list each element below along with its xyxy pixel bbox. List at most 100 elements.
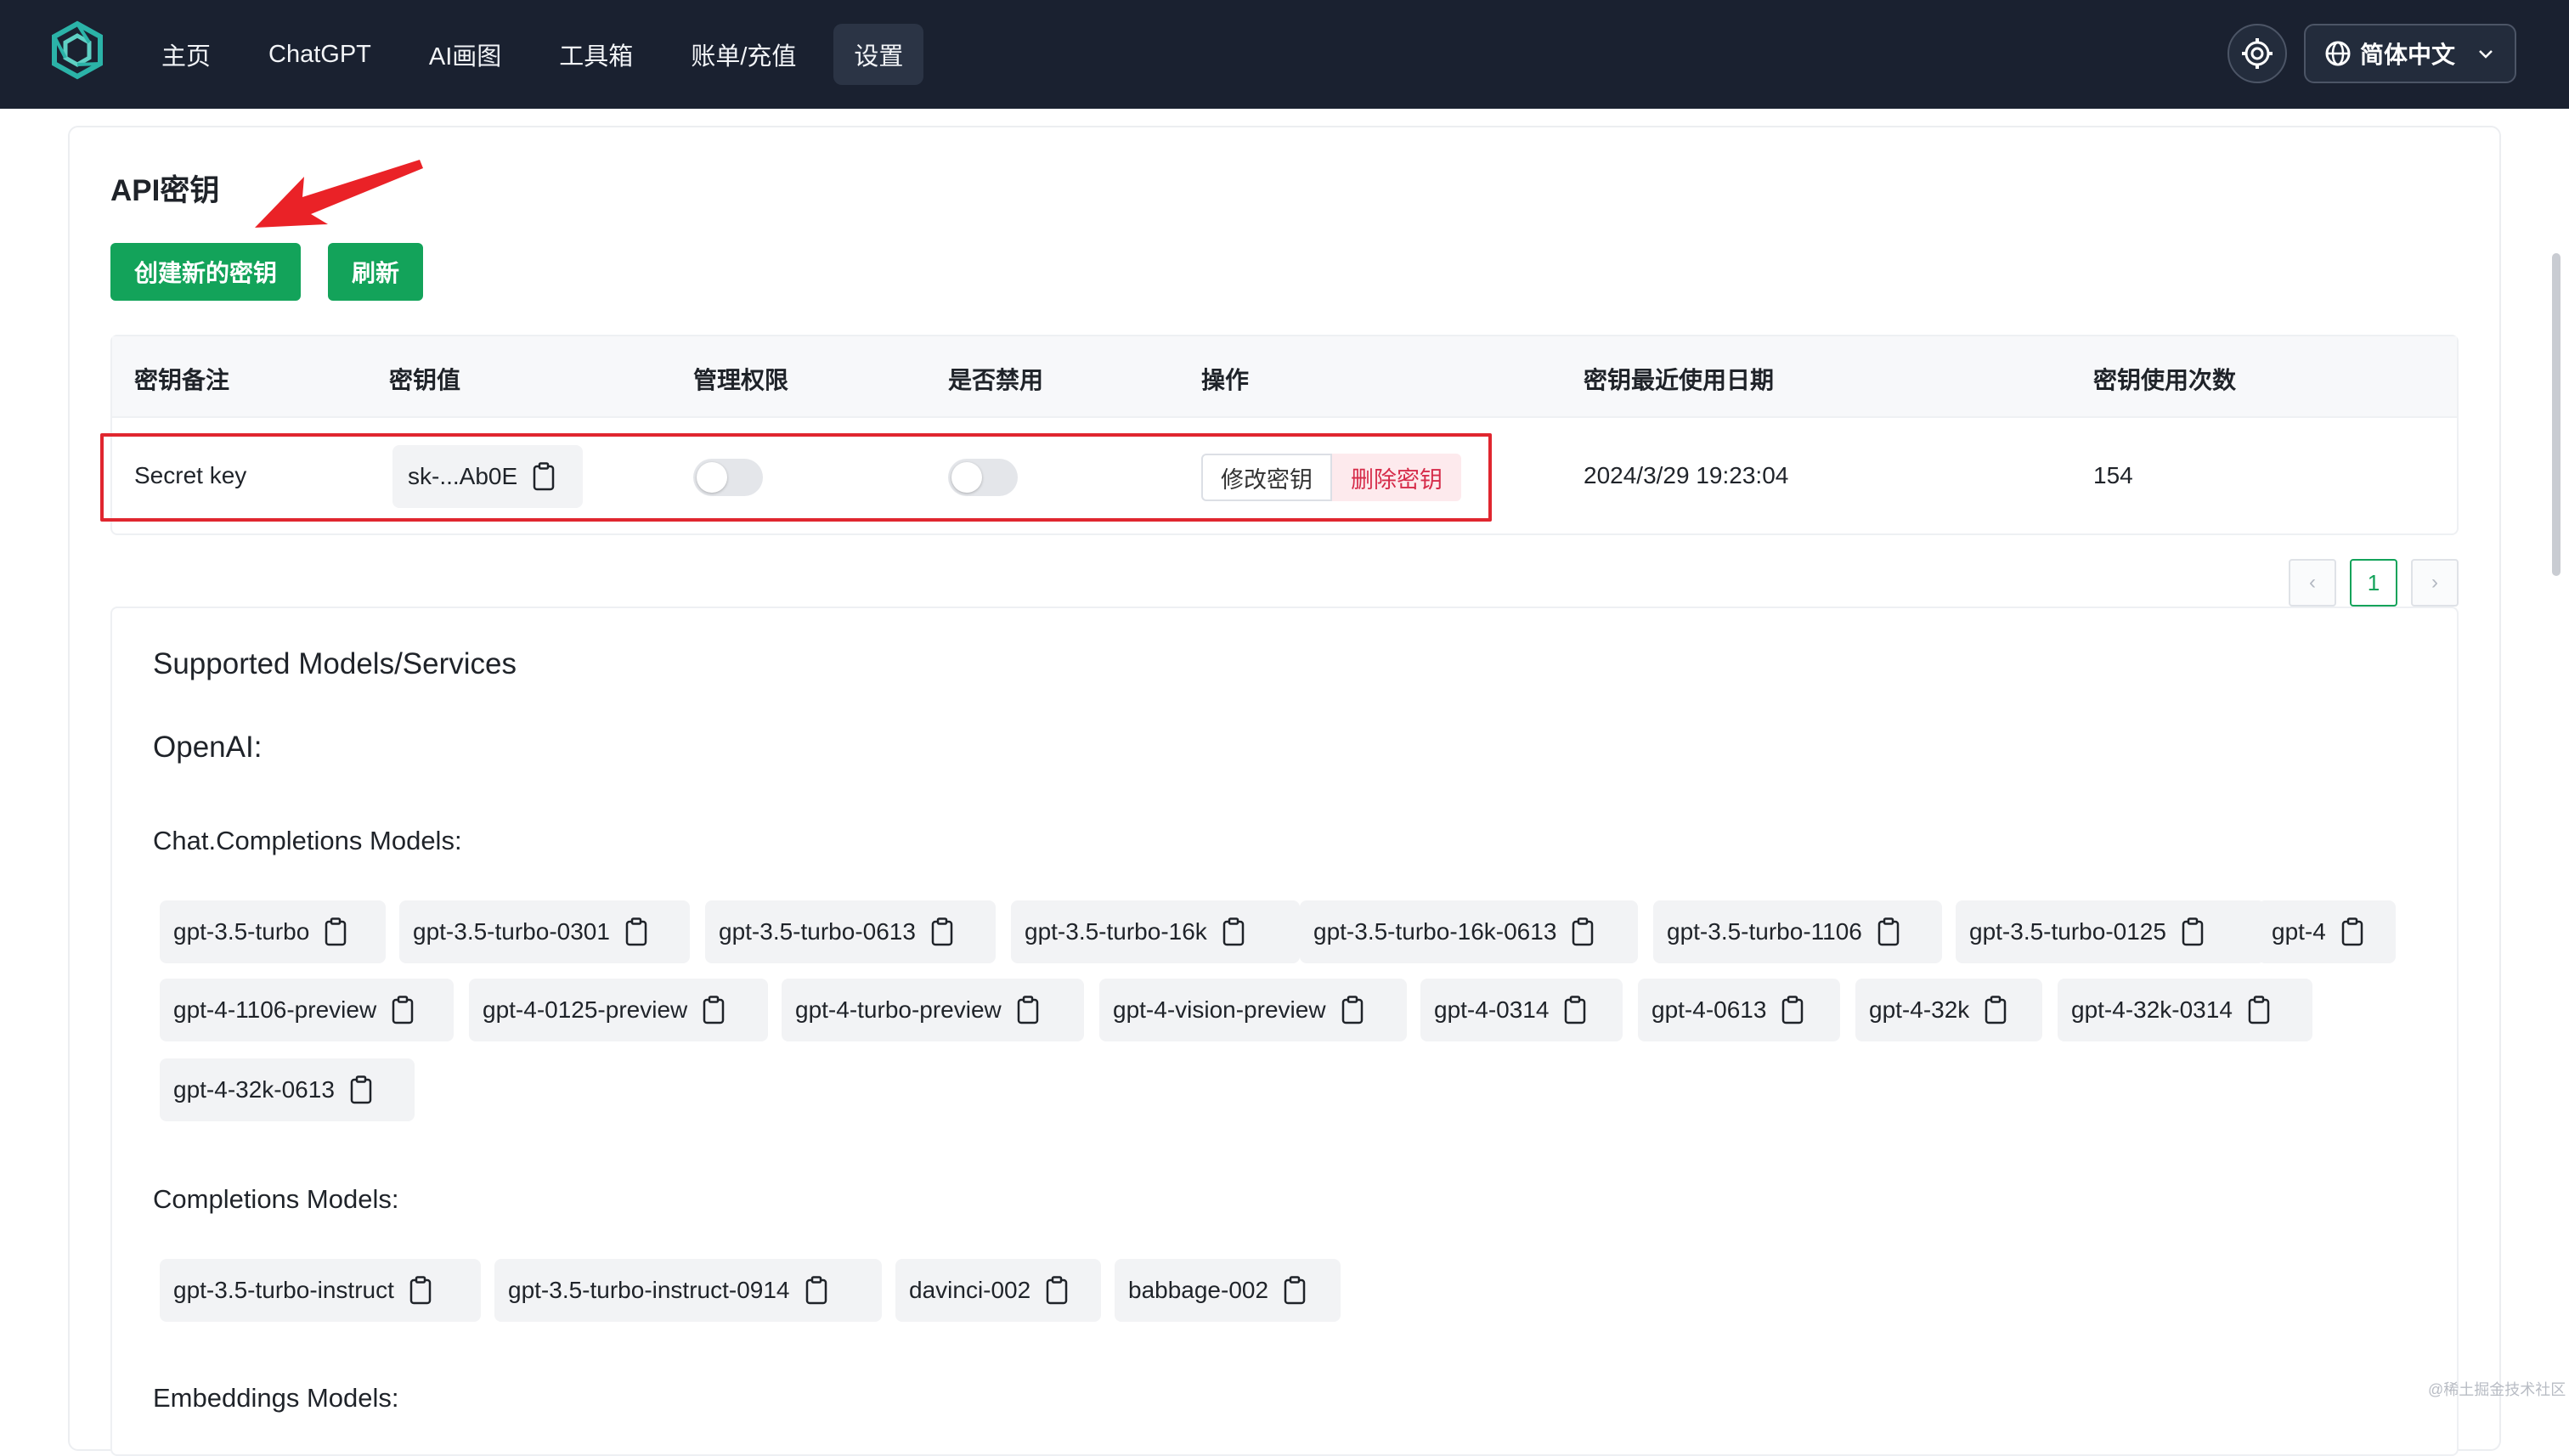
top-navbar: 主页 ChatGPT AI画图 工具箱 账单/充值 设置 简体中文 bbox=[0, 0, 2569, 109]
model-chip[interactable]: gpt-3.5-turbo-0125 bbox=[1956, 900, 2265, 963]
copy-icon[interactable] bbox=[2248, 996, 2270, 1024]
copy-icon[interactable] bbox=[703, 996, 725, 1024]
nav-item-home[interactable]: 主页 bbox=[141, 24, 231, 85]
nav-item-billing[interactable]: 账单/充值 bbox=[670, 24, 816, 85]
col-key-note: 密钥备注 bbox=[134, 367, 230, 393]
globe-icon bbox=[2325, 41, 2351, 66]
copy-icon[interactable] bbox=[1046, 1276, 1068, 1305]
model-name: gpt-3.5-turbo bbox=[173, 918, 310, 945]
col-usage-count: 密钥使用次数 bbox=[2093, 367, 2237, 393]
model-name: gpt-3.5-turbo-1106 bbox=[1667, 918, 1862, 945]
model-chip[interactable]: babbage-002 bbox=[1115, 1259, 1341, 1322]
copy-icon[interactable] bbox=[1572, 917, 1594, 946]
copy-icon[interactable] bbox=[350, 1075, 372, 1104]
model-name: gpt-3.5-turbo-16k bbox=[1025, 918, 1207, 945]
model-chip[interactable]: gpt-4-0613 bbox=[1638, 979, 1840, 1041]
copy-icon[interactable] bbox=[1985, 996, 2007, 1024]
chevron-down-icon bbox=[2479, 50, 2493, 59]
model-chip[interactable]: gpt-4-32k bbox=[1855, 979, 2042, 1041]
copy-icon[interactable] bbox=[2182, 917, 2204, 946]
model-name: gpt-4-0314 bbox=[1434, 996, 1550, 1023]
main-nav: 主页 ChatGPT AI画图 工具箱 账单/充值 设置 bbox=[141, 24, 924, 85]
nav-item-toolbox[interactable]: 工具箱 bbox=[539, 24, 653, 85]
model-name: gpt-4-1106-preview bbox=[173, 996, 377, 1023]
model-chip[interactable]: gpt-3.5-turbo-instruct bbox=[160, 1259, 481, 1322]
usage-count: 154 bbox=[2093, 462, 2133, 488]
model-name: gpt-4-vision-preview bbox=[1113, 996, 1326, 1023]
theme-toggle-button[interactable] bbox=[2227, 24, 2287, 83]
model-name: gpt-4-32k-0613 bbox=[173, 1076, 335, 1103]
model-name: gpt-4-0125-preview bbox=[483, 996, 688, 1023]
copy-icon[interactable] bbox=[1222, 917, 1245, 946]
model-chip[interactable]: davinci-002 bbox=[895, 1259, 1101, 1322]
page-scrollbar[interactable] bbox=[2552, 253, 2561, 576]
model-chip[interactable]: gpt-4-0314 bbox=[1420, 979, 1623, 1041]
copy-icon[interactable] bbox=[2341, 917, 2363, 946]
api-keys-title: API密钥 bbox=[110, 174, 220, 207]
model-name: gpt-3.5-turbo-0125 bbox=[1969, 918, 2166, 945]
copy-icon[interactable] bbox=[325, 917, 347, 946]
model-chip[interactable]: gpt-4-32k-0613 bbox=[160, 1058, 415, 1121]
copy-icon[interactable] bbox=[392, 996, 414, 1024]
copy-icon[interactable] bbox=[1284, 1276, 1306, 1305]
copy-icon[interactable] bbox=[625, 917, 647, 946]
create-key-button[interactable]: 创建新的密钥 bbox=[110, 243, 301, 301]
provider-heading: OpenAI: bbox=[153, 731, 263, 764]
model-chip[interactable]: gpt-3.5-turbo-16k-0613 bbox=[1300, 900, 1638, 963]
copy-icon[interactable] bbox=[1341, 996, 1364, 1024]
col-actions: 操作 bbox=[1201, 367, 1250, 393]
last-used-date: 2024/3/29 19:23:04 bbox=[1584, 462, 1789, 488]
models-title: Supported Models/Services bbox=[153, 647, 517, 680]
refresh-button[interactable]: 刷新 bbox=[328, 243, 423, 301]
copy-icon[interactable] bbox=[805, 1276, 827, 1305]
model-chip[interactable]: gpt-3.5-turbo-1106 bbox=[1653, 900, 1942, 963]
model-chip[interactable]: gpt-4-vision-preview bbox=[1099, 979, 1407, 1041]
col-key-value: 密钥值 bbox=[389, 367, 461, 393]
model-name: gpt-4 bbox=[2272, 918, 2326, 945]
model-name: babbage-002 bbox=[1128, 1277, 1269, 1303]
model-name: gpt-3.5-turbo-instruct-0914 bbox=[508, 1277, 790, 1303]
logo-icon[interactable] bbox=[48, 20, 107, 80]
nav-item-settings[interactable]: 设置 bbox=[833, 24, 924, 85]
pagination-page-1[interactable]: 1 bbox=[2350, 559, 2397, 607]
copy-icon[interactable] bbox=[1781, 996, 1804, 1024]
model-name: gpt-3.5-turbo-16k-0613 bbox=[1313, 918, 1557, 945]
model-chip[interactable]: gpt-4-32k-0314 bbox=[2058, 979, 2312, 1041]
model-chip[interactable]: gpt-3.5-turbo-0613 bbox=[705, 900, 996, 963]
col-disabled: 是否禁用 bbox=[948, 367, 1044, 393]
model-name: gpt-4-0613 bbox=[1652, 996, 1767, 1023]
copy-icon[interactable] bbox=[1017, 996, 1039, 1024]
model-name: gpt-4-turbo-preview bbox=[795, 996, 1002, 1023]
theme-gear-icon bbox=[2242, 38, 2273, 69]
copy-icon[interactable] bbox=[409, 1276, 432, 1305]
model-chip[interactable]: gpt-4-turbo-preview bbox=[782, 979, 1084, 1041]
col-admin-permission: 管理权限 bbox=[693, 367, 789, 393]
model-name: gpt-4-32k bbox=[1869, 996, 1970, 1023]
pagination-next[interactable]: › bbox=[2411, 559, 2459, 607]
model-chip[interactable]: gpt-4 bbox=[2258, 900, 2396, 963]
model-chip[interactable]: gpt-4-0125-preview bbox=[469, 979, 768, 1041]
nav-item-chatgpt[interactable]: ChatGPT bbox=[248, 24, 392, 85]
table-header: 密钥备注 密钥值 管理权限 是否禁用 操作 密钥最近使用日期 密钥使用次数 bbox=[112, 336, 2457, 418]
copy-icon[interactable] bbox=[1877, 917, 1900, 946]
red-arrow-annotation bbox=[255, 160, 423, 228]
copy-icon[interactable] bbox=[1564, 996, 1586, 1024]
model-chip[interactable]: gpt-3.5-turbo bbox=[160, 900, 386, 963]
model-name: gpt-3.5-turbo-0301 bbox=[413, 918, 610, 945]
completions-models-heading: Completions Models: bbox=[153, 1184, 399, 1214]
model-chip[interactable]: gpt-3.5-turbo-instruct-0914 bbox=[494, 1259, 882, 1322]
model-name: gpt-3.5-turbo-instruct bbox=[173, 1277, 394, 1303]
nav-item-ai-draw[interactable]: AI画图 bbox=[409, 24, 522, 85]
embeddings-models-heading: Embeddings Models: bbox=[153, 1383, 399, 1413]
model-chip[interactable]: gpt-4-1106-preview bbox=[160, 979, 454, 1041]
watermark: @稀土掘金技术社区 bbox=[2428, 1381, 2566, 1398]
language-select[interactable]: 简体中文 bbox=[2304, 24, 2516, 83]
model-name: gpt-3.5-turbo-0613 bbox=[719, 918, 916, 945]
red-highlight-box bbox=[100, 433, 1492, 522]
col-last-used: 密钥最近使用日期 bbox=[1584, 367, 1775, 393]
copy-icon[interactable] bbox=[931, 917, 953, 946]
model-name: gpt-4-32k-0314 bbox=[2071, 996, 2233, 1023]
pagination-prev[interactable]: ‹ bbox=[2289, 559, 2336, 607]
model-chip[interactable]: gpt-3.5-turbo-16k bbox=[1011, 900, 1300, 963]
model-chip[interactable]: gpt-3.5-turbo-0301 bbox=[399, 900, 690, 963]
